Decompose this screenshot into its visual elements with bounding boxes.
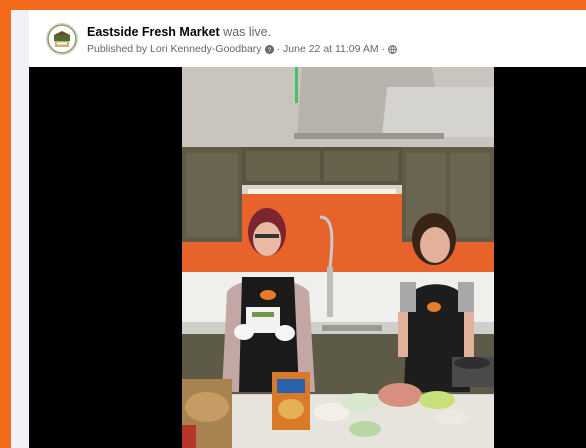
separator-dot: · xyxy=(276,43,281,55)
post-meta-line: Published by Lori Kennedy-Goodbary ? · J… xyxy=(87,43,397,55)
globe-icon[interactable] xyxy=(388,44,397,54)
video-frame xyxy=(182,67,494,448)
store-logo-icon[interactable] xyxy=(46,23,78,55)
separator-dot: · xyxy=(381,43,386,55)
post-title-line: Eastside Fresh Market was live. xyxy=(87,25,271,39)
post-timestamp-link[interactable]: June 22 at 11:09 AM xyxy=(283,43,379,55)
page-name-link[interactable]: Eastside Fresh Market xyxy=(87,25,220,39)
facebook-post: Eastside Fresh Market was live. Publishe… xyxy=(29,10,586,448)
live-video-player[interactable] xyxy=(29,67,586,448)
published-by-text[interactable]: Published by Lori Kennedy-Goodbary xyxy=(87,43,262,55)
post-header: Eastside Fresh Market was live. Publishe… xyxy=(29,10,586,68)
svg-text:?: ? xyxy=(267,47,271,54)
kitchen-scene-image xyxy=(182,67,494,448)
feed-gutter xyxy=(11,10,29,448)
live-status-text: was live. xyxy=(219,25,272,39)
post-card: Eastside Fresh Market was live. Publishe… xyxy=(11,10,586,448)
question-circle-icon[interactable]: ? xyxy=(264,44,274,54)
